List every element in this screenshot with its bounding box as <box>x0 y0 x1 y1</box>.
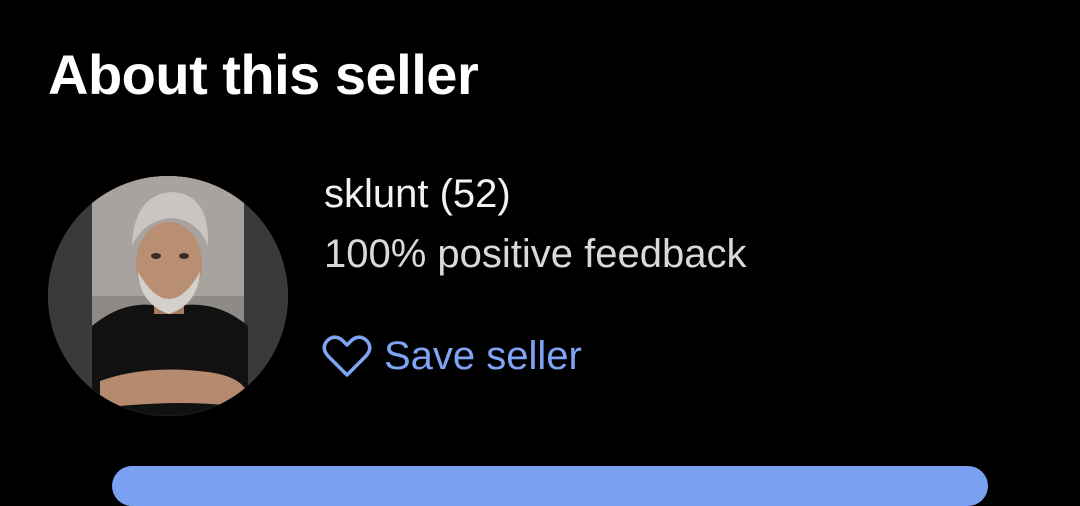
contact-seller-button[interactable] <box>112 466 988 506</box>
seller-avatar[interactable] <box>48 176 288 416</box>
seller-feedback: 100% positive feedback <box>324 232 747 276</box>
seller-name[interactable]: sklunt (52) <box>324 168 511 220</box>
section-title: About this seller <box>48 43 479 106</box>
seller-avatar-photo <box>48 176 288 416</box>
save-seller-label: Save seller <box>384 333 582 378</box>
heart-outline-icon <box>322 333 372 379</box>
save-seller-button[interactable]: Save seller <box>322 328 582 384</box>
